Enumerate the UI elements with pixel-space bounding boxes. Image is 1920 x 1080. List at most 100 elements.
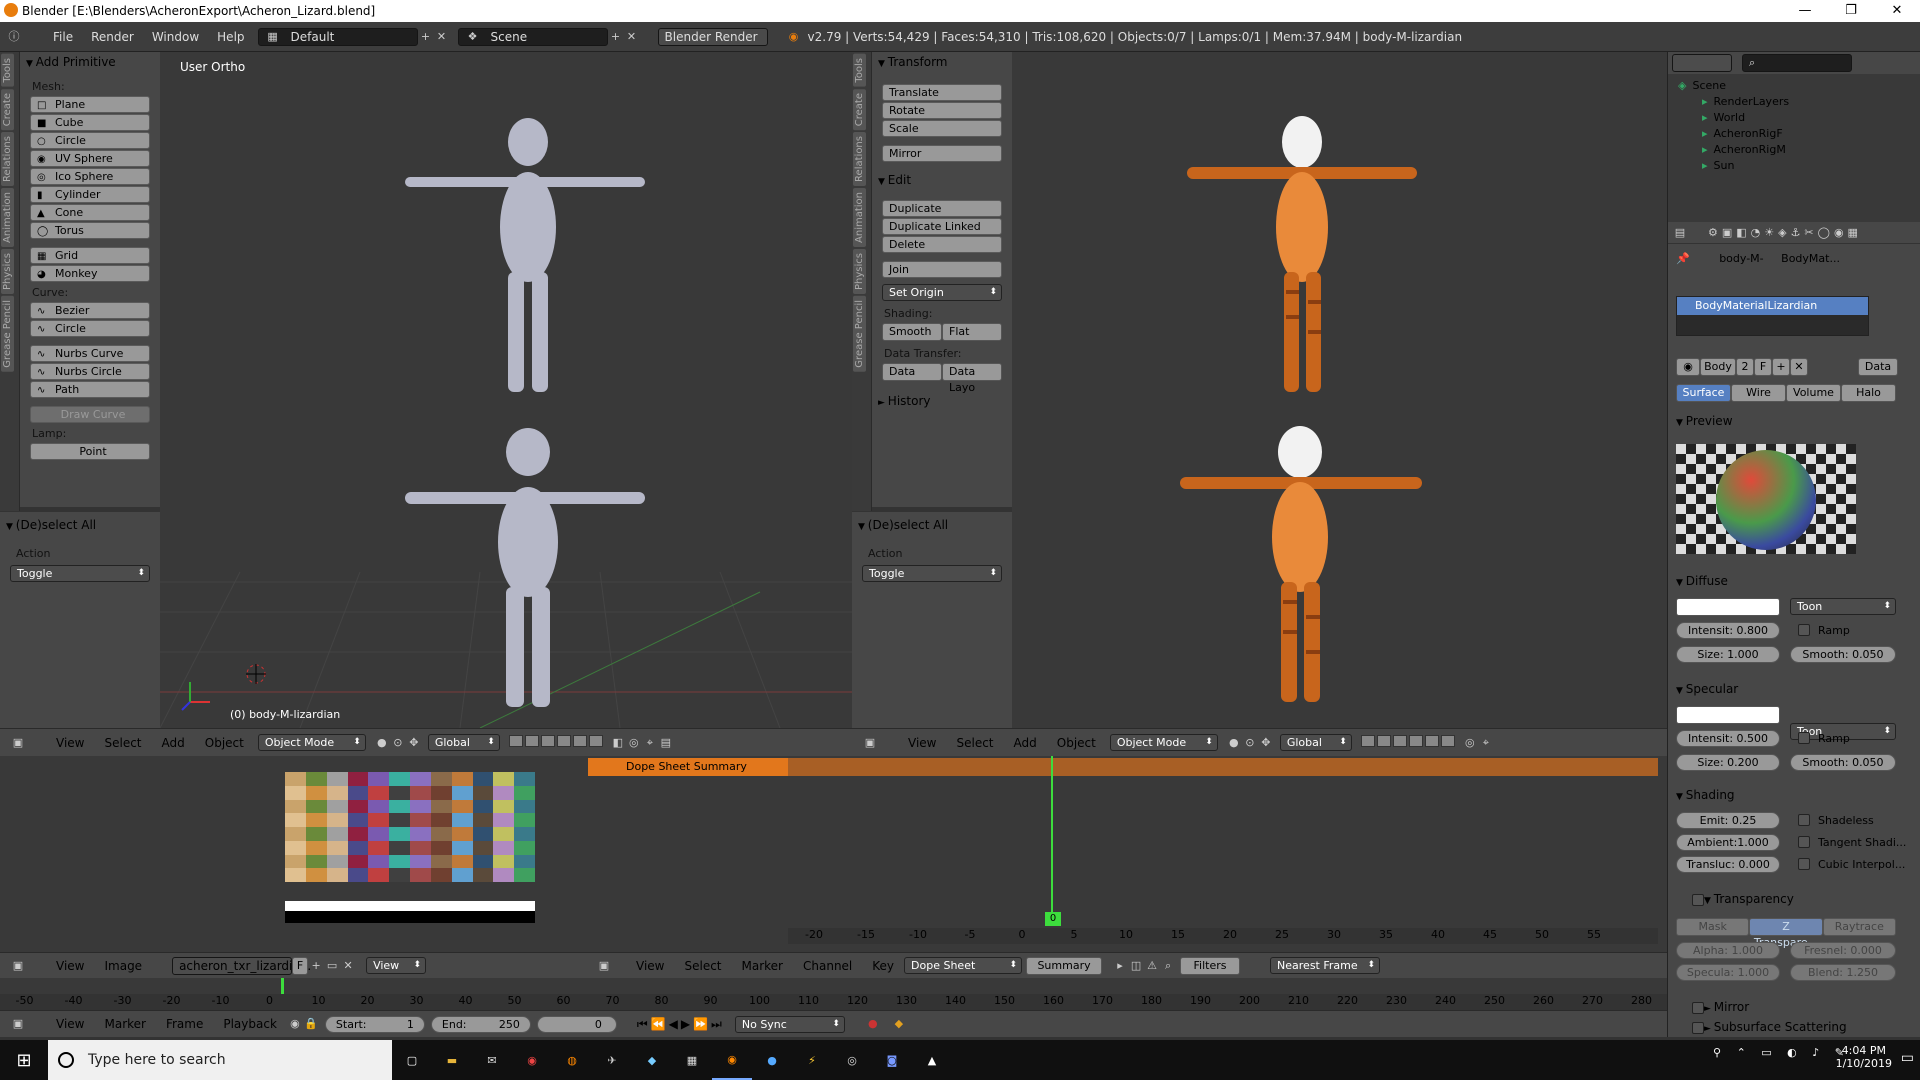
curve-bezier-button[interactable]: ∿ Bezier (30, 302, 150, 319)
app-icon-3[interactable]: ● (752, 1040, 792, 1080)
image-view-select[interactable]: View (366, 957, 427, 974)
specular-size[interactable]: Size: 0.200 (1676, 754, 1780, 771)
z-transparency-button[interactable]: Z Transpare... (1749, 918, 1823, 949)
dope-sheet-summary-channel[interactable]: Dope Sheet Summary (588, 758, 788, 776)
tl-menu-playback[interactable]: Playback (213, 1017, 287, 1031)
ds-menu-marker[interactable]: Marker (732, 959, 793, 973)
mirror-header[interactable]: Mirror (1676, 1000, 1749, 1014)
menu-help[interactable]: Help (208, 30, 253, 44)
tab-physics-right[interactable]: Physics (853, 248, 866, 294)
preview-range-icon[interactable]: ◉ (287, 1016, 303, 1032)
viewport-shading-icon-left[interactable]: ● (374, 735, 390, 751)
transparency-header[interactable]: Transparency (1676, 892, 1794, 906)
maximize-button[interactable]: ❐ (1828, 0, 1874, 22)
shadeless-checkbox[interactable] (1798, 814, 1810, 826)
specular-header[interactable]: Specular (1676, 682, 1738, 696)
mask-button[interactable]: Mask (1676, 918, 1750, 936)
taskbar-clock[interactable]: 4:04 PM 1/10/2019 (1836, 1044, 1892, 1070)
image-name-field[interactable]: acheron_txr_lizardia... (172, 956, 311, 975)
curve-nurbs-circle-button[interactable]: ∿ Nurbs Circle (30, 363, 150, 380)
tl-menu-view[interactable]: View (46, 1017, 94, 1031)
vp-menu-object-left[interactable]: Object (195, 736, 254, 750)
shading-header[interactable]: Shading (1676, 788, 1735, 802)
filters-button[interactable]: Filters (1180, 956, 1241, 975)
viewport-right[interactable] (1012, 52, 1667, 728)
manipulator-icon-left[interactable]: ✥ (406, 735, 422, 751)
new-material-icon[interactable]: + (1772, 358, 1790, 376)
steam-icon[interactable]: ◎ (832, 1040, 872, 1080)
outliner-display-select[interactable] (1672, 54, 1732, 72)
layers-grid-right[interactable] (1360, 735, 1456, 750)
vp-menu-select-left[interactable]: Select (94, 736, 151, 750)
sync-select[interactable]: No Sync (734, 1015, 845, 1033)
fresnel-field[interactable]: Fresnel: 0.000 (1790, 942, 1896, 959)
task-view-icon[interactable]: ▢ (392, 1040, 432, 1080)
mode-select-left[interactable]: Object Mode (257, 734, 366, 751)
image-menu-image[interactable]: Image (94, 959, 152, 973)
scene-field[interactable]: ❖ Scene (457, 27, 608, 46)
vp-menu-view-right[interactable]: View (898, 736, 946, 750)
curve-path-button[interactable]: ∿ Path (30, 381, 150, 398)
new-image-icon[interactable]: + (308, 958, 324, 974)
flat-button[interactable]: Flat (942, 323, 1002, 341)
smooth-button[interactable]: Smooth (882, 323, 942, 341)
primitive-grid-button[interactable]: ▦ Grid (30, 247, 150, 264)
mirror-button[interactable]: Mirror (882, 145, 1002, 162)
firefox-icon[interactable]: ◍ (552, 1040, 592, 1080)
diffuse-ramp-checkbox[interactable] (1798, 624, 1810, 636)
outliner-item-scene[interactable]: ◈ Scene (1678, 78, 1918, 94)
snap-icon-left[interactable]: ⌖ (642, 735, 658, 751)
outliner-search-input[interactable]: ⌕ (1742, 54, 1852, 72)
add-layout-icon[interactable]: + (418, 29, 434, 45)
primitive-circle-button[interactable]: ○ Circle (30, 132, 150, 149)
action-select-left[interactable]: Toggle (10, 565, 150, 582)
mail-icon[interactable]: ✉ (472, 1040, 512, 1080)
draw-curve-button[interactable]: Draw Curve (30, 406, 150, 423)
vp-menu-object-right[interactable]: Object (1047, 736, 1106, 750)
remove-layout-icon[interactable]: ✕ (434, 29, 450, 45)
volume-tab[interactable]: Volume (1786, 384, 1841, 402)
snap-icon-right[interactable]: ⌖ (1478, 735, 1494, 751)
notifications-icon[interactable]: ▭ (1901, 1050, 1914, 1066)
surface-tab[interactable]: Surface (1676, 384, 1731, 402)
outliner-item-sun[interactable]: ▸ Sun (1678, 158, 1918, 174)
only-selected-icon[interactable]: ▸ (1112, 958, 1128, 974)
unlink-material-icon[interactable]: ✕ (1790, 358, 1808, 376)
orientation-select-right[interactable]: Global (1279, 734, 1352, 751)
ds-menu-key[interactable]: Key (862, 959, 904, 973)
vp-menu-view-left[interactable]: View (46, 736, 94, 750)
manipulator-icon-right[interactable]: ✥ (1258, 735, 1274, 751)
cubic-checkbox[interactable] (1798, 858, 1810, 870)
tl-menu-frame[interactable]: Frame (156, 1017, 213, 1031)
ds-menu-select[interactable]: Select (674, 959, 731, 973)
render-engine-select[interactable]: Blender Render (657, 27, 768, 46)
specular-smooth[interactable]: Smooth: 0.050 (1790, 754, 1896, 771)
vp-menu-select-right[interactable]: Select (946, 736, 1003, 750)
diffuse-color[interactable] (1676, 598, 1780, 616)
tab-create[interactable]: Create (1, 88, 14, 130)
dope-sheet[interactable]: Dope Sheet Summary 0 -20 -15 -10 -5 0 5 10 15 20… (588, 756, 1667, 952)
sss-header[interactable]: Subsurface Scattering (1676, 1020, 1847, 1034)
dope-search-icon[interactable]: ⌕ (1160, 958, 1176, 974)
chrome-icon[interactable]: ◉ (512, 1040, 552, 1080)
timeline[interactable]: -50 -40 -30 -20 -10 0 10 20 30 40 50 60 70 80 90 100 110… (0, 978, 1667, 1010)
lock-range-icon[interactable]: 🔒 (303, 1016, 319, 1032)
primitive-uv-sphere-button[interactable]: ◉ UV Sphere (30, 150, 150, 167)
keying-set-icon[interactable]: ◆ (891, 1016, 907, 1032)
primitive-point-button[interactable]: Point (30, 443, 150, 460)
tab-tools[interactable]: Tools (1, 54, 14, 87)
halo-tab[interactable]: Halo (1841, 384, 1896, 402)
image-editor[interactable] (0, 756, 588, 952)
summary-toggle[interactable]: Summary (1026, 956, 1103, 975)
primitive-monkey-button[interactable]: ◕ Monkey (30, 265, 150, 282)
errors-icon[interactable]: ⚠ (1144, 958, 1160, 974)
tab-tools-right[interactable]: Tools (853, 54, 866, 87)
tab-relations[interactable]: Relations (1, 131, 14, 186)
diffuse-header[interactable]: Diffuse (1676, 574, 1728, 588)
tab-grease-pencil-right[interactable]: Grease Pencil (853, 295, 866, 372)
editor-type-icon-left[interactable]: ▣ (10, 735, 26, 751)
ds-menu-channel[interactable]: Channel (793, 959, 862, 973)
end-frame-field[interactable]: End: 250 (430, 1015, 531, 1033)
properties-editor-icon[interactable]: ▤ (1672, 225, 1688, 241)
menu-file[interactable]: File (44, 30, 82, 44)
